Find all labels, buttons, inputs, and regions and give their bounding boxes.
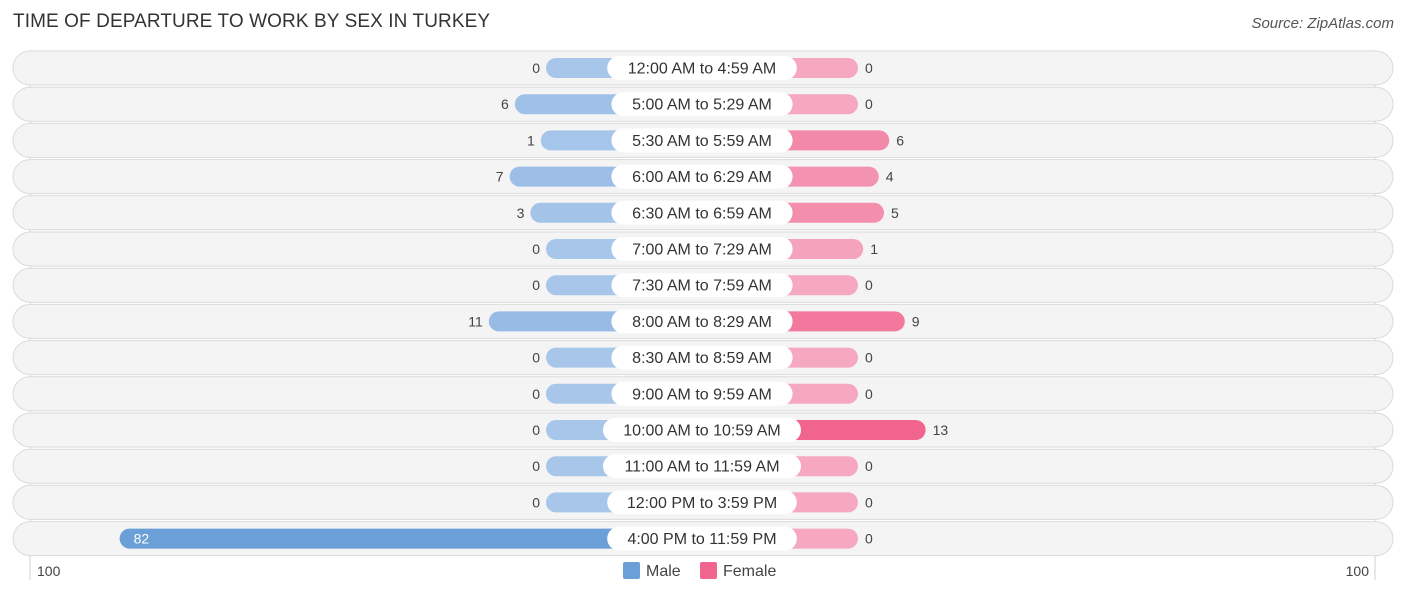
- legend-female-label: Female: [723, 563, 776, 580]
- bar-row: 6 0 5:00 AM to 5:29 AM: [12, 86, 1394, 122]
- male-value-label: 0: [532, 494, 540, 510]
- male-value-label: 82: [134, 531, 150, 547]
- bar-row: 82 0 4:00 PM to 11:59 PM: [12, 521, 1394, 557]
- category-label: 11:00 AM to 11:59 AM: [624, 459, 779, 476]
- male-value-label: 0: [532, 422, 540, 438]
- male-value-label: 11: [468, 313, 483, 329]
- bar-row: 0 0 11:00 AM to 11:59 AM: [12, 448, 1394, 484]
- bar-row: 0 0 8:30 AM to 8:59 AM: [12, 340, 1394, 376]
- category-label: 7:30 AM to 7:59 AM: [632, 278, 772, 295]
- legend-female-swatch: [700, 562, 717, 579]
- male-value-label: 3: [517, 205, 525, 221]
- female-value-label: 0: [865, 60, 873, 76]
- male-value-label: 6: [501, 96, 509, 112]
- female-value-label: 5: [891, 205, 899, 221]
- category-label: 10:00 AM to 10:59 AM: [623, 423, 780, 440]
- male-value-label: 0: [532, 277, 540, 293]
- female-value-label: 9: [912, 313, 920, 329]
- bar-row: 0 13 10:00 AM to 10:59 AM: [12, 412, 1394, 448]
- bar-row: 0 0 12:00 AM to 4:59 AM: [12, 50, 1394, 86]
- female-value-label: 0: [865, 458, 873, 474]
- chart: 0 0 12:00 AM to 4:59 AM 6 0 5:00 AM to 5:29 A…: [12, 50, 1394, 580]
- category-label: 6:30 AM to 6:59 AM: [632, 205, 772, 222]
- bar-row: 3 5 6:30 AM to 6:59 AM: [12, 195, 1394, 231]
- male-value-label: 7: [496, 169, 504, 185]
- bar-row: 1 6 5:30 AM to 5:59 AM: [12, 122, 1394, 158]
- male-value-label: 0: [532, 458, 540, 474]
- category-label: 4:00 PM to 11:59 PM: [627, 531, 776, 548]
- female-value-label: 6: [896, 132, 904, 148]
- female-value-label: 0: [865, 96, 873, 112]
- male-value-label: 0: [532, 241, 540, 257]
- legend-male-label: Male: [646, 563, 681, 580]
- category-label: 8:30 AM to 8:59 AM: [632, 350, 772, 367]
- male-value-label: 0: [532, 350, 540, 366]
- legend-male-swatch: [623, 562, 640, 579]
- female-value-label: 0: [865, 277, 873, 293]
- female-value-label: 0: [865, 494, 873, 510]
- female-value-label: 0: [865, 350, 873, 366]
- female-value-label: 1: [870, 241, 878, 257]
- axis-right-tick: 100: [1346, 563, 1370, 579]
- category-label: 8:00 AM to 8:29 AM: [632, 314, 772, 331]
- bar-row: 0 1 7:00 AM to 7:29 AM: [12, 231, 1394, 267]
- bar-row: 11 9 8:00 AM to 8:29 AM: [12, 303, 1394, 339]
- male-value-label: 0: [532, 60, 540, 76]
- female-value-label: 0: [865, 531, 873, 547]
- category-label: 5:30 AM to 5:59 AM: [632, 133, 772, 150]
- category-label: 9:00 AM to 9:59 AM: [632, 386, 772, 403]
- male-value-label: 1: [527, 132, 535, 148]
- category-label: 12:00 AM to 4:59 AM: [628, 61, 777, 78]
- bar-row: 7 4 6:00 AM to 6:29 AM: [12, 159, 1394, 195]
- bar-row: 0 0 9:00 AM to 9:59 AM: [12, 376, 1394, 412]
- category-label: 6:00 AM to 6:29 AM: [632, 169, 772, 186]
- category-label: 5:00 AM to 5:29 AM: [632, 97, 772, 114]
- female-value-label: 0: [865, 386, 873, 402]
- legend: Male Female: [623, 562, 776, 580]
- axis-left-tick: 100: [37, 563, 61, 579]
- bar-row: 0 0 12:00 PM to 3:59 PM: [12, 484, 1394, 520]
- male-value-label: 0: [532, 386, 540, 402]
- category-label: 7:00 AM to 7:29 AM: [632, 242, 772, 259]
- bar-row: 0 0 7:30 AM to 7:59 AM: [12, 267, 1394, 303]
- female-value-label: 4: [886, 169, 894, 185]
- female-value-label: 13: [933, 422, 949, 438]
- category-label: 12:00 PM to 3:59 PM: [627, 495, 777, 512]
